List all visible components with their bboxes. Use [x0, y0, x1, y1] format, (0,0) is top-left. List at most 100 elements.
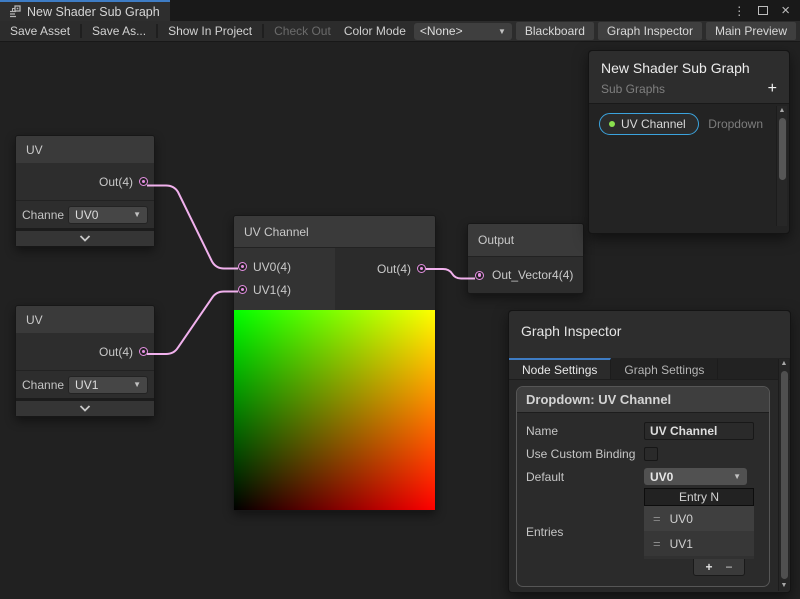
show-in-project-button[interactable]: Show In Project	[158, 21, 262, 41]
window-maximize-icon[interactable]	[758, 6, 768, 15]
section-title: Dropdown: UV Channel	[517, 387, 769, 413]
node-uv-channel[interactable]: UV Channel UV0(4) UV1(4) Out(4)	[233, 215, 436, 511]
entries-table: Entry N = UV0 = UV1 +	[644, 488, 754, 576]
scrollbar-thumb[interactable]	[779, 118, 786, 180]
toolbar: Save Asset Save As... Show In Project Ch…	[0, 21, 800, 42]
scroll-down-icon[interactable]: ▼	[781, 581, 788, 591]
use-custom-binding-label: Use Custom Binding	[526, 447, 644, 461]
entry-value: UV0	[670, 512, 693, 526]
tab-title: New Shader Sub Graph	[27, 5, 160, 19]
add-entry-button[interactable]: +	[705, 560, 712, 574]
port-out-vector4-icon[interactable]	[475, 271, 484, 280]
dropdown-settings-box: Dropdown: UV Channel Name Use Custom Bin…	[516, 386, 770, 587]
node-title[interactable]: Output	[468, 224, 583, 257]
tab-new-shader-sub-graph[interactable]: New Shader Sub Graph	[0, 0, 170, 21]
chevron-down-icon: ▼	[733, 472, 741, 481]
graph-inspector-panel: Graph Inspector Node Settings Graph Sett…	[508, 310, 791, 593]
entry-row-uv1[interactable]: = UV1	[644, 531, 754, 556]
port-label-out-vector4: Out_Vector4(4)	[492, 268, 573, 282]
window-tab-bar: New Shader Sub Graph ⋮ ×	[0, 0, 800, 21]
add-property-button[interactable]: +	[768, 83, 777, 95]
channel-value: UV1	[75, 378, 98, 392]
channel-value: UV0	[75, 208, 98, 222]
save-as-button[interactable]: Save As...	[82, 21, 156, 41]
port-out-icon[interactable]	[139, 347, 148, 356]
entries-label: Entries	[526, 525, 644, 539]
property-pill-uv-channel[interactable]: UV Channel	[599, 113, 699, 135]
blackboard-header: New Shader Sub Graph Sub Graphs +	[589, 51, 789, 104]
port-out-icon[interactable]	[417, 264, 426, 273]
inspector-header: Graph Inspector	[509, 311, 790, 358]
blackboard-panel: New Shader Sub Graph Sub Graphs + UV Cha…	[588, 50, 790, 234]
channel-label: Channe	[22, 208, 64, 222]
port-label-out: Out(4)	[99, 345, 133, 359]
scroll-up-icon[interactable]: ▲	[779, 106, 786, 116]
channel-dropdown[interactable]: UV0 ▼	[68, 206, 148, 224]
name-label: Name	[526, 424, 644, 438]
color-mode-label: Color Mode	[344, 24, 406, 38]
scroll-up-icon[interactable]: ▲	[781, 359, 788, 369]
node-title[interactable]: UV Channel	[234, 216, 435, 248]
node-title[interactable]: UV	[16, 136, 154, 163]
tab-node-settings[interactable]: Node Settings	[509, 358, 611, 379]
entry-value: UV1	[670, 537, 693, 551]
collapse-chevron-icon	[79, 405, 91, 412]
drag-handle-icon[interactable]: =	[653, 536, 661, 551]
graph-inspector-toggle-button[interactable]: Graph Inspector	[598, 22, 702, 40]
port-label-uv0: UV0(4)	[253, 260, 291, 274]
color-mode-value: <None>	[420, 24, 463, 38]
port-uv0-in-icon[interactable]	[238, 262, 247, 271]
inspector-tabs: Node Settings Graph Settings	[509, 358, 790, 380]
window-menu-icon[interactable]: ⋮	[733, 4, 745, 18]
chevron-down-icon: ▼	[133, 380, 141, 389]
default-dropdown[interactable]: UV0 ▼	[644, 468, 747, 485]
chevron-down-icon: ▼	[498, 27, 506, 36]
node-uv-2[interactable]: UV Out(4) Channe UV1 ▼	[15, 305, 155, 417]
port-label-uv1: UV1(4)	[253, 283, 291, 297]
property-name: UV Channel	[621, 117, 686, 131]
save-asset-button[interactable]: Save Asset	[0, 21, 80, 41]
color-mode-dropdown[interactable]: <None> ▼	[414, 23, 512, 40]
node-output[interactable]: Output Out_Vector4(4)	[467, 223, 584, 294]
drag-handle-icon[interactable]: =	[653, 511, 661, 526]
blackboard-title: New Shader Sub Graph	[601, 60, 777, 76]
check-out-button: Check Out	[264, 21, 341, 41]
inspector-scrollbar[interactable]: ▲ ▼	[778, 359, 789, 591]
name-input[interactable]	[644, 422, 754, 440]
uv-gradient-preview	[234, 310, 435, 510]
default-value: UV0	[650, 470, 673, 484]
remove-entry-button[interactable]: −	[726, 560, 733, 574]
wire-uv2-to-uv1[interactable]	[147, 292, 238, 355]
blackboard-subtitle: Sub Graphs	[601, 82, 665, 96]
window-close-icon[interactable]: ×	[781, 6, 790, 16]
chevron-down-icon: ▼	[133, 210, 141, 219]
node-uv-1[interactable]: UV Out(4) Channe UV0 ▼	[15, 135, 155, 247]
wire-uv1-to-uv0[interactable]	[147, 186, 238, 269]
blackboard-toggle-button[interactable]: Blackboard	[516, 22, 594, 40]
channel-label: Channe	[22, 378, 64, 392]
collapse-chevron-icon	[79, 235, 91, 242]
scrollbar-thumb[interactable]	[781, 371, 788, 579]
entries-list: = UV0 = UV1	[644, 506, 754, 559]
inspector-title: Graph Inspector	[521, 323, 778, 339]
property-type: Dropdown	[708, 117, 763, 131]
port-label-out: Out(4)	[377, 262, 411, 276]
inspector-content: Dropdown: UV Channel Name Use Custom Bin…	[509, 380, 790, 592]
channel-dropdown[interactable]: UV1 ▼	[68, 376, 148, 394]
blackboard-body: UV Channel Dropdown ▲	[589, 104, 789, 228]
port-label-out: Out(4)	[99, 175, 133, 189]
entries-column-header: Entry N	[644, 488, 754, 506]
node-title[interactable]: UV	[16, 306, 154, 333]
property-dot-icon	[609, 121, 615, 127]
node-collapse-button[interactable]	[16, 228, 154, 246]
use-custom-binding-checkbox[interactable]	[644, 447, 658, 461]
shader-graph-icon	[8, 5, 21, 18]
port-uv1-in-icon[interactable]	[238, 285, 247, 294]
entry-row-uv0[interactable]: = UV0	[644, 506, 754, 531]
tab-graph-settings[interactable]: Graph Settings	[611, 358, 718, 379]
port-out-icon[interactable]	[139, 177, 148, 186]
node-collapse-button[interactable]	[16, 398, 154, 416]
main-preview-toggle-button[interactable]: Main Preview	[706, 22, 796, 40]
default-label: Default	[526, 470, 644, 484]
blackboard-scrollbar[interactable]: ▲	[776, 106, 787, 226]
